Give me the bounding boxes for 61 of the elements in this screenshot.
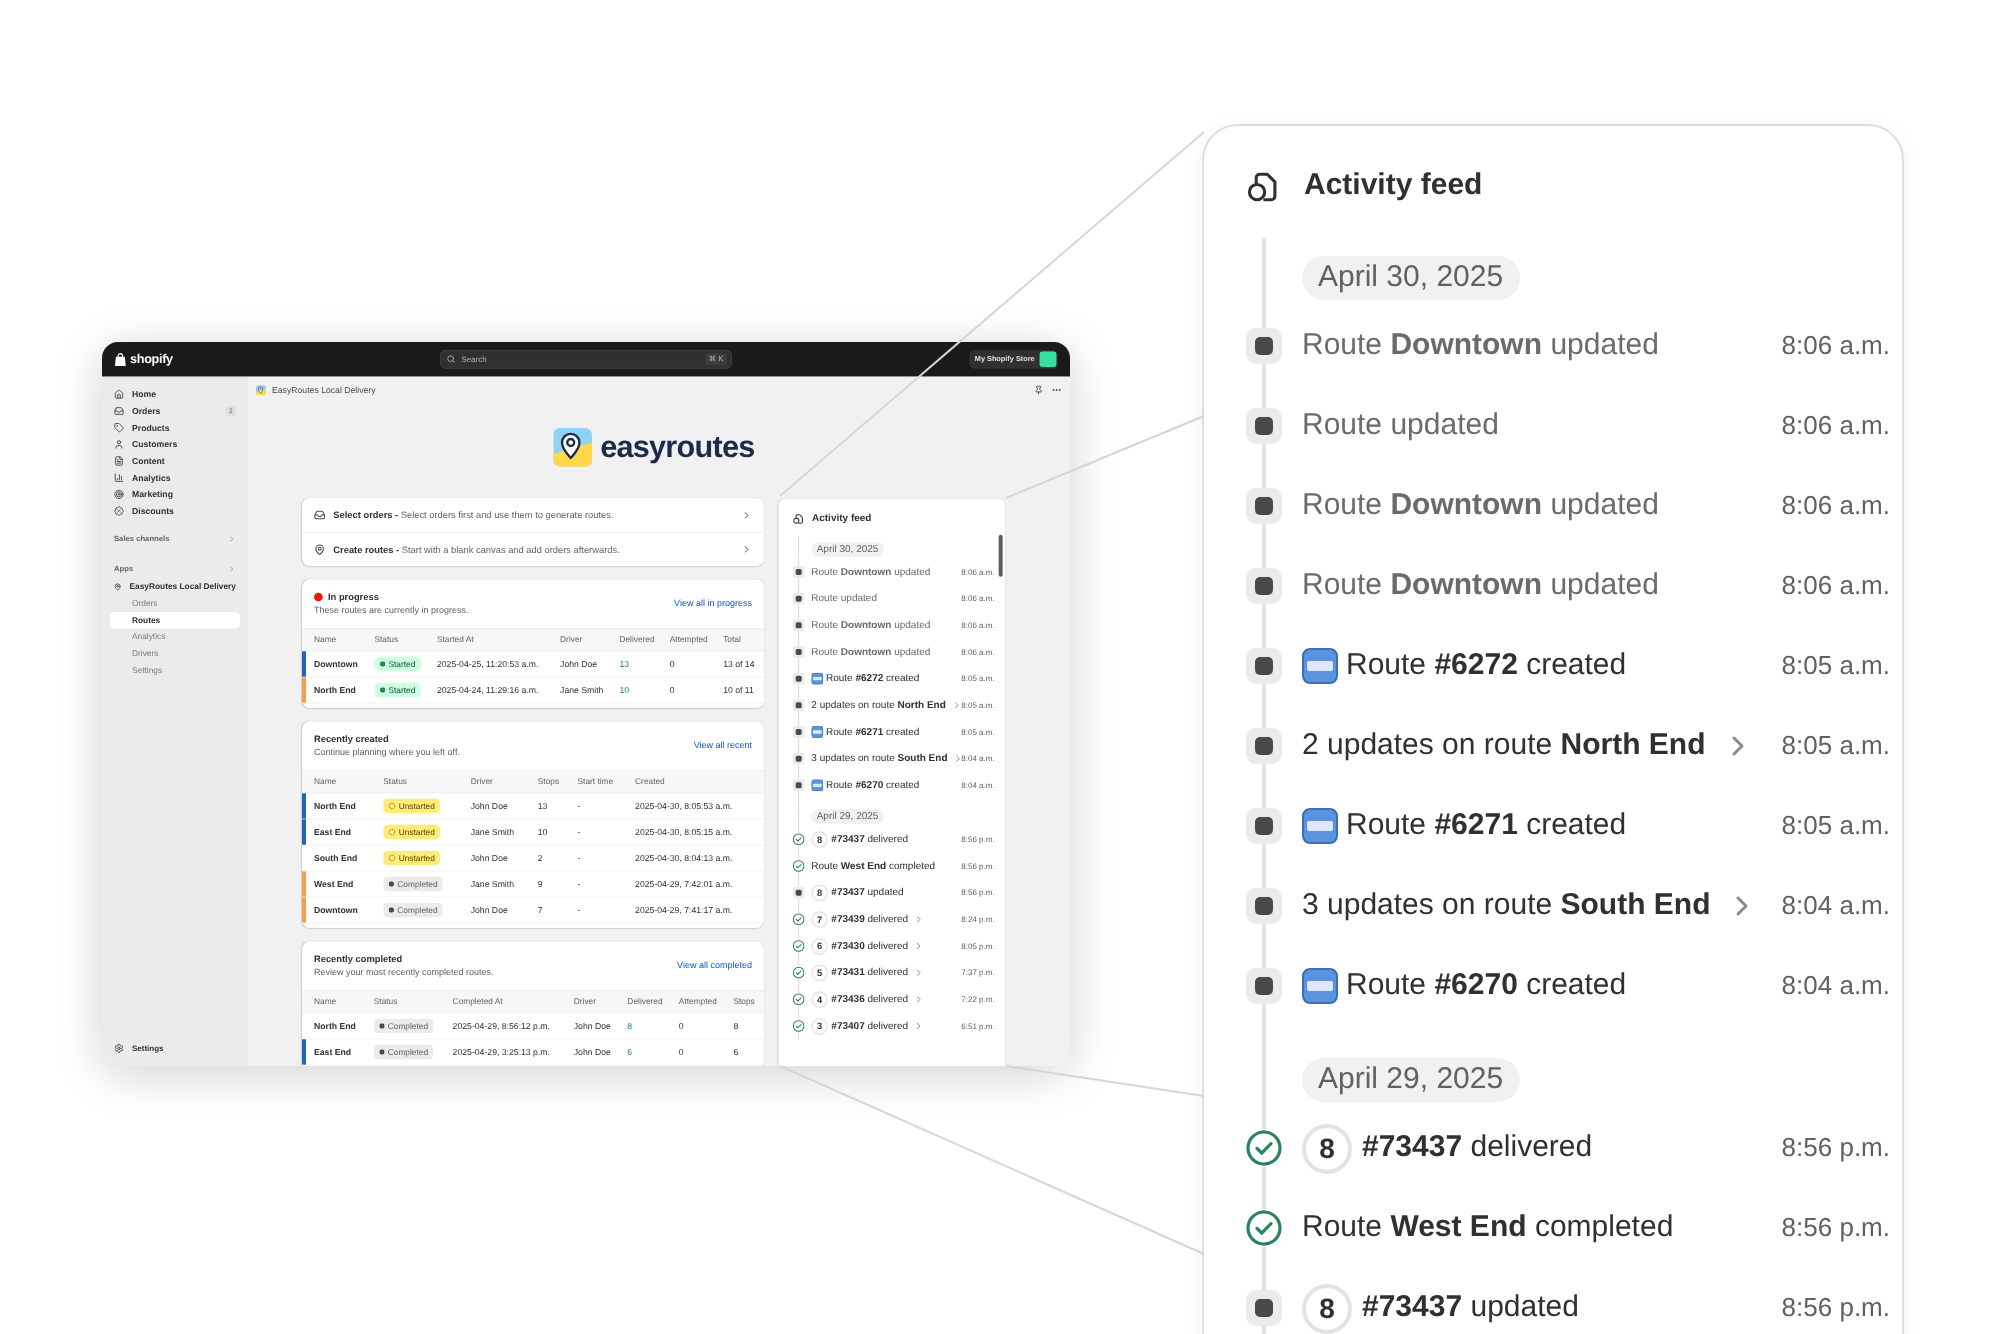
- square-dot-icon: [792, 592, 805, 605]
- activity-time: 8:06 a.m.: [1781, 408, 1890, 445]
- dot-icon: [379, 687, 386, 693]
- activity-text: 3 updates on route South End: [1302, 885, 1711, 926]
- activity-time: 8:04 a.m.: [1781, 968, 1890, 1005]
- activity-time: 8:56 p.m.: [1781, 1130, 1890, 1167]
- stop-number: 8: [1302, 1123, 1352, 1173]
- square-dot-icon: [792, 672, 805, 685]
- date-pill: April 29, 2025: [1302, 1058, 1520, 1102]
- check-circle-icon: [792, 993, 805, 1006]
- logo-text: easyroutes: [600, 427, 755, 468]
- activity-time: 8:06 a.m.: [1781, 568, 1890, 605]
- check-circle-icon: [792, 1020, 805, 1032]
- feed-title: Activity feed: [1304, 165, 1483, 206]
- square-dot-icon: [792, 646, 805, 658]
- square-dot-icon: [792, 752, 805, 765]
- dot-icon: [379, 1023, 385, 1029]
- activity-text: Route #6272 created: [1346, 645, 1627, 686]
- logo-icon: [553, 427, 593, 467]
- activity-text: Route updated: [1302, 405, 1499, 446]
- square-dot-icon: [792, 779, 805, 792]
- activity-text: Route Downtown updated: [1302, 485, 1659, 526]
- square-dot-icon: [792, 619, 805, 632]
- dot-icon: [388, 907, 394, 913]
- dot-icon: [379, 661, 386, 667]
- activity-time: 8:05 a.m.: [1781, 808, 1890, 845]
- check-circle-icon: [792, 940, 805, 952]
- avatar-icon: [1039, 351, 1057, 368]
- activity-time: 8:04 a.m.: [1781, 888, 1890, 925]
- check-circle-icon: [1245, 1210, 1281, 1246]
- activity-time: 8:05 a.m.: [1781, 648, 1890, 685]
- check-circle-icon: [792, 966, 805, 979]
- activity-text: Route Downtown updated: [1302, 325, 1659, 366]
- activity-text: Route Downtown updated: [1302, 565, 1659, 606]
- app-icon: [256, 385, 266, 395]
- activity-time: 8:56 p.m.: [1781, 1210, 1890, 1247]
- dot-icon: [388, 881, 394, 887]
- square-dot-icon: [792, 886, 805, 899]
- activity-text: #73437 updated: [1362, 1287, 1579, 1328]
- date-pill: April 30, 2025: [1302, 256, 1520, 300]
- bag-icon: [114, 352, 127, 367]
- activity-icon: [1246, 169, 1280, 203]
- check-circle-icon: [792, 833, 805, 846]
- activity-text: Route #6271 created: [1346, 805, 1627, 846]
- activity-text: #73437 delivered: [1362, 1127, 1593, 1168]
- dot-icon: [379, 1049, 385, 1055]
- activity-time: 8:06 a.m.: [1781, 328, 1890, 365]
- square-dot-icon: [792, 566, 805, 578]
- check-circle-icon: [792, 860, 805, 872]
- activity-time: 8:06 a.m.: [1781, 488, 1890, 525]
- activity-time: 8:05 a.m.: [1781, 728, 1890, 765]
- activity-text: Route #6270 created: [1346, 965, 1627, 1006]
- square-dot-icon: [792, 726, 805, 738]
- activity-text: 2 updates on route North End: [1302, 725, 1706, 766]
- check-circle-icon: [1245, 1130, 1281, 1166]
- activity-text: Route West End completed: [1302, 1207, 1674, 1248]
- activity-time: 8:56 p.m.: [1781, 1290, 1890, 1327]
- scrollbar-thumb[interactable]: [998, 534, 1003, 577]
- stop-number: 8: [1302, 1283, 1352, 1333]
- square-dot-icon: [792, 699, 805, 712]
- check-circle-icon: [792, 913, 805, 926]
